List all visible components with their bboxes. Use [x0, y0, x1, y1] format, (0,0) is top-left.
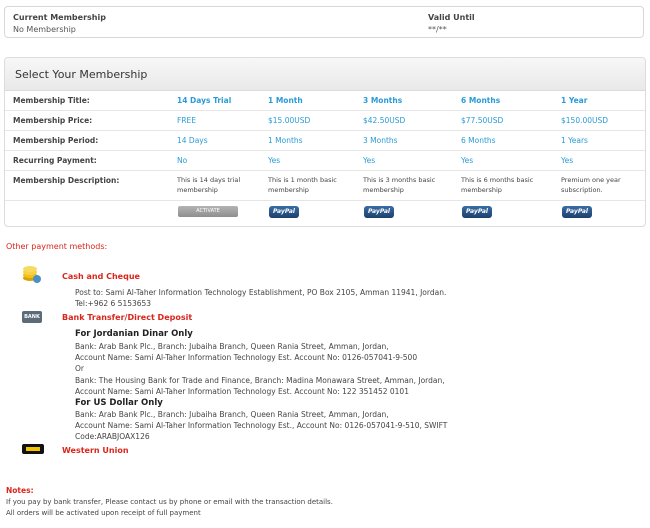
current-membership-value: No Membership [13, 25, 76, 34]
row-recurring: Recurring Payment: No Yes Yes Yes Yes [5, 150, 645, 171]
row-title: Membership Title: 14 Days Trial 1 Month … [5, 90, 645, 111]
usd-account-line: Account Name: Sami Al-Taher Information … [75, 421, 448, 430]
cash-post-address: Post to: Sami Al-Taher Information Techn… [75, 288, 447, 297]
usd-heading: For US Dollar Only [75, 398, 163, 408]
usd-swift-code: Code:ARABJOAX126 [75, 432, 150, 441]
row-price: Membership Price: FREE $15.00USD $42.50U… [5, 110, 645, 131]
jod-account-line-1: Account Name: Sami Al-Taher Information … [75, 353, 418, 362]
paypal-3m-button[interactable]: PayPal [364, 206, 394, 218]
jod-heading: For Jordanian Dinar Only [75, 329, 193, 339]
plan-desc-3m: This is 3 months basic membership [363, 176, 436, 194]
paypal-6m-button[interactable]: PayPal [462, 206, 492, 218]
plan-recurring-trial: No [177, 156, 188, 165]
plan-title-1y: 1 Year [561, 96, 588, 105]
plan-title-trial: 14 Days Trial [177, 96, 232, 105]
plan-desc-trial: This is 14 days trial membership [177, 176, 241, 194]
current-membership-label: Current Membership [13, 13, 106, 22]
western-union-heading: Western Union [62, 446, 129, 455]
usd-bank-line: Bank: Arab Bank Plc., Branch: Jubaiha Br… [75, 410, 389, 419]
bank-icon: BANK [22, 311, 42, 323]
plans-header: Select Your Membership [5, 58, 645, 91]
or-separator: Or [75, 364, 84, 373]
row-actions: ACTIVATE PayPal PayPal PayPal PayPal [5, 200, 645, 224]
valid-until-value: **/** [428, 25, 447, 34]
plan-title-1m: 1 Month [268, 96, 303, 105]
plan-desc-1m: This is 1 month basic membership [268, 176, 337, 194]
notes-line-1: If you pay by bank transfer, Please cont… [6, 498, 333, 506]
jod-bank-line-2: Bank: The Housing Bank for Trade and Fin… [75, 376, 445, 385]
cash-telephone: Tel:+962 6 5153653 [75, 299, 152, 308]
paypal-1m-button[interactable]: PayPal [269, 206, 299, 218]
valid-until-label: Valid Until [428, 13, 475, 22]
paypal-1y-button[interactable]: PayPal [562, 206, 592, 218]
plan-recurring-1m: Yes [268, 156, 281, 165]
plan-title-6m: 6 Months [461, 96, 501, 105]
plan-period-1m: 1 Months [268, 136, 303, 145]
row-label-recurring: Recurring Payment: [13, 156, 97, 165]
plan-period-3m: 3 Months [363, 136, 398, 145]
plan-title-3m: 3 Months [363, 96, 403, 105]
jod-bank-line-1: Bank: Arab Bank Plc., Branch: Jubaiha Br… [75, 342, 389, 351]
plan-price-3m: $42.50USD [363, 116, 406, 125]
membership-plans-panel: Select Your Membership Membership Title:… [4, 57, 646, 227]
plan-recurring-1y: Yes [561, 156, 574, 165]
row-label-title: Membership Title: [13, 96, 90, 105]
plan-period-1y: 1 Years [561, 136, 588, 145]
plan-period-6m: 6 Months [461, 136, 496, 145]
plan-period-trial: 14 Days [177, 136, 208, 145]
plan-recurring-3m: Yes [363, 156, 376, 165]
cash-cheque-heading: Cash and Cheque [62, 272, 140, 281]
current-membership-panel: Current Membership No Membership Valid U… [4, 6, 644, 38]
plan-price-6m: $77.50USD [461, 116, 504, 125]
row-label-period: Membership Period: [13, 136, 99, 145]
coins-icon [23, 266, 41, 283]
row-description: Membership Description: This is 14 days … [5, 170, 645, 201]
notes-line-2: All orders will be activated upon receip… [6, 509, 201, 517]
row-period: Membership Period: 14 Days 1 Months 3 Mo… [5, 130, 645, 151]
notes-title: Notes: [6, 486, 34, 495]
western-union-icon [22, 444, 44, 454]
plan-desc-1y: Premium one year subscription. [561, 176, 621, 194]
plan-price-1y: $150.00USD [561, 116, 609, 125]
activate-trial-button[interactable]: ACTIVATE [178, 206, 238, 217]
row-label-price: Membership Price: [13, 116, 93, 125]
other-payment-methods-title: Other payment methods: [6, 242, 108, 251]
plans-title: Select Your Membership [15, 68, 148, 81]
plan-desc-6m: This is 6 months basic membership [461, 176, 534, 194]
plan-recurring-6m: Yes [461, 156, 474, 165]
plan-price-trial: FREE [177, 116, 197, 125]
plan-price-1m: $15.00USD [268, 116, 311, 125]
row-label-description: Membership Description: [13, 176, 120, 185]
bank-transfer-heading: Bank Transfer/Direct Deposit [62, 313, 193, 322]
jod-account-line-2: Account Name: Sami Al-Taher Information … [75, 387, 409, 396]
